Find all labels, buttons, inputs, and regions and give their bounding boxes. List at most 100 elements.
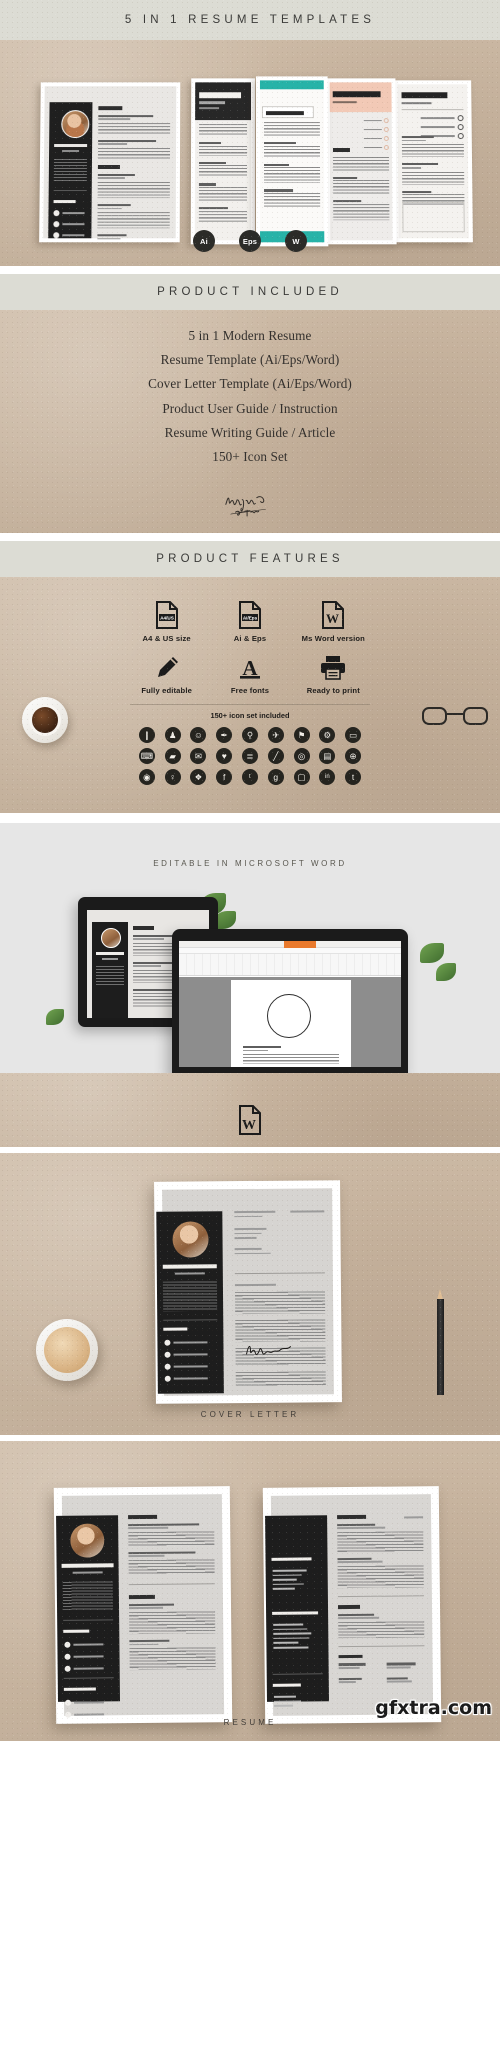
globe-icon: ⊕ <box>345 748 362 764</box>
file-pill-ai[interactable]: Ai <box>193 230 215 252</box>
feature-label: Ai & Eps <box>233 634 267 643</box>
file-format-pills: Ai Eps W <box>0 230 500 252</box>
feature-label: Free fonts <box>230 686 270 695</box>
eye-icon: ◉ <box>138 769 155 785</box>
plant-prop <box>46 1009 64 1025</box>
feature-ready-to-print: Ready to print <box>292 655 375 695</box>
divider <box>0 533 500 541</box>
coffee-mug-prop <box>36 1319 98 1381</box>
list-item: Product User Guide / Instruction <box>162 400 338 416</box>
cover-letter-sheet <box>154 1180 342 1404</box>
monitor-icon: ▭ <box>345 727 362 743</box>
feature-ai-eps: Ai/Eps Ai & Eps <box>208 601 291 643</box>
file-pill-word[interactable]: W <box>285 230 307 252</box>
product-features-body: A4/US A4 & US size Ai/Eps Ai & Eps W Ms … <box>0 577 500 813</box>
product-included-list: 5 in 1 Modern Resume Resume Template (Ai… <box>148 324 352 468</box>
cover-letter-caption: COVER LETTER <box>200 1410 300 1419</box>
feature-label: Fully editable <box>141 686 192 695</box>
resume-fan <box>15 76 487 247</box>
product-included-title: PRODUCT INCLUDED <box>157 286 343 298</box>
server-icon: ▤ <box>319 748 336 764</box>
resume-thumb-harper <box>325 78 397 245</box>
user-icon: ♟ <box>164 727 181 743</box>
divider <box>0 813 500 823</box>
resume-page-1 <box>53 1486 233 1724</box>
page-title: 5 IN 1 RESUME TEMPLATES <box>124 14 376 26</box>
resume-page-2 <box>262 1486 442 1724</box>
file-word-badge-text: W <box>242 1118 256 1133</box>
feature-free-fonts: A Free fonts <box>208 655 291 695</box>
file-a4-us-icon: A4/US <box>155 601 178 629</box>
laptop-mockup <box>172 929 408 1073</box>
handwritten-signature <box>246 1345 291 1356</box>
avatar <box>101 928 121 948</box>
resume-thumb-allison <box>39 82 181 243</box>
coffee-cup-prop <box>22 697 68 743</box>
photo-placeholder-circle <box>267 994 311 1038</box>
gamepad-icon: ⌨ <box>138 748 155 764</box>
word-active-tab[interactable] <box>284 941 316 948</box>
printer-icon <box>321 656 346 680</box>
plant-prop <box>420 943 444 963</box>
list-item: Cover Letter Template (Ai/Eps/Word) <box>148 376 352 392</box>
avatar <box>61 110 90 139</box>
file-ai-eps-badge-text: Ai/Eps <box>243 616 258 621</box>
avatar <box>70 1523 105 1558</box>
hero-stage: Ai Eps W <box>0 40 500 266</box>
resume-thumb-evans <box>393 80 473 243</box>
product-included-band: PRODUCT INCLUDED <box>0 274 500 310</box>
tumblr-icon: t <box>345 769 362 785</box>
feature-fully-editable: Fully editable <box>125 655 208 695</box>
contact-icon: ☺ <box>190 727 207 743</box>
feature-grid: A4/US A4 & US size Ai/Eps Ai & Eps W Ms … <box>125 601 375 695</box>
facebook-icon: f <box>216 769 233 785</box>
watermark: gfxtra.com <box>375 1697 492 1719</box>
font-a-icon: A <box>239 656 260 680</box>
file-word-icon: W <box>239 1105 261 1135</box>
google-plus-icon: g <box>267 769 284 785</box>
product-included-body: 5 in 1 Modern Resume Resume Template (Ai… <box>0 310 500 533</box>
word-mockup-stage: EDITABLE IN MICROSOFT WORD <box>0 823 500 1073</box>
resume-caption: RESUME <box>223 1718 277 1727</box>
list-item: Resume Writing Guide / Article <box>164 424 336 440</box>
plane-icon: ✈ <box>267 727 284 743</box>
feature-a4-us: A4/US A4 & US size <box>125 601 208 643</box>
word-logo-strip: W <box>0 1073 500 1147</box>
word-section-title: EDITABLE IN MICROSOFT WORD <box>153 859 347 868</box>
resume-thumb-annis <box>190 78 256 245</box>
word-toolbar[interactable] <box>179 954 401 976</box>
file-pill-eps[interactable]: Eps <box>239 230 261 252</box>
search-user-icon: ⚲ <box>241 727 258 743</box>
word-app-window <box>179 941 401 1067</box>
divider <box>0 266 500 274</box>
list-item: Resume Template (Ai/Eps/Word) <box>160 352 340 368</box>
file-ai-eps-icon: Ai/Eps <box>238 601 261 629</box>
icon-set-grid: ❙ ♟ ☺ ✒ ⚲ ✈ ⚑ ⚙ ▭ ⌨ ▰ ✉ ♥ ≣ ╱ ◎ ▤ ⊕ ◉ ♀ … <box>134 727 366 785</box>
location-icon: ◎ <box>293 748 310 764</box>
pencil-prop <box>437 1289 444 1395</box>
linkedin-icon: in <box>319 769 336 785</box>
pencil-small-icon: ╱ <box>267 748 284 764</box>
pencil-icon <box>157 657 178 677</box>
inbox-icon: ✉ <box>190 748 207 764</box>
mobile-icon: ❙ <box>138 727 155 743</box>
pen-icon: ✒ <box>216 727 233 743</box>
feature-label: A4 & US size <box>142 634 191 643</box>
gear-icon: ⚙ <box>319 727 336 743</box>
brand-signature <box>225 495 266 517</box>
cover-letter-stage: COVER LETTER <box>0 1153 500 1435</box>
product-features-title: PRODUCT FEATURES <box>156 553 344 565</box>
file-word-icon: W <box>322 601 345 629</box>
instagram-icon: ▢ <box>293 769 310 785</box>
list-item: 5 in 1 Modern Resume <box>188 328 312 344</box>
product-preview-page: 5 IN 1 RESUME TEMPLATES Ai Eps W PRODUCT… <box>0 0 500 2045</box>
product-features-band: PRODUCT FEATURES <box>0 541 500 577</box>
file-word-badge-text: W <box>326 611 339 626</box>
twitter-icon: ᵗ <box>241 769 258 785</box>
bulb-icon: ♀ <box>164 769 181 785</box>
pin-icon: ⚑ <box>293 727 310 743</box>
feature-divider <box>130 704 370 705</box>
share-icon: ❖ <box>190 769 207 785</box>
avatar <box>172 1221 209 1258</box>
resume-spread-stage: RESUME gfxtra.com <box>0 1441 500 1741</box>
